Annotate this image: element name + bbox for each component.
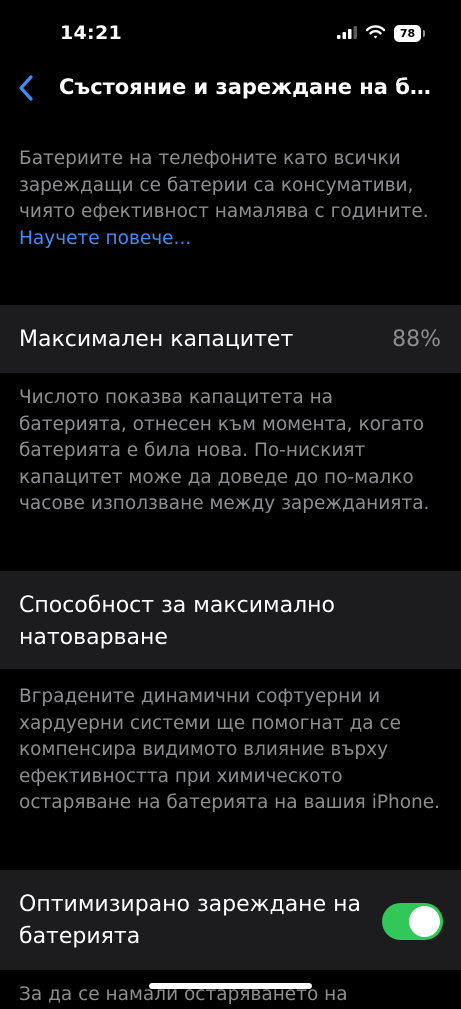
peak-performance-label: Способност за максимално натоварване (19, 593, 335, 650)
max-capacity-label: Максимален капацитет (19, 327, 294, 352)
status-bar: 14:21 78 (0, 0, 461, 60)
max-capacity-value: 88% (392, 327, 441, 352)
optimized-charging-label: Оптимизирано зареждане на батерията (19, 892, 361, 949)
intro-section: Батериите на телефоните като всички заре… (19, 146, 443, 252)
nav-bar: Състояние и зареждане на ба... (0, 62, 461, 118)
peak-performance-cell: Способност за максимално натоварване (0, 571, 461, 669)
home-indicator (149, 983, 312, 989)
battery-icon: 78 (394, 25, 425, 42)
max-capacity-description: Числото показва капацитета на батерията,… (19, 387, 430, 514)
optimized-charging-cell: Оптимизирано зареждане на батерията (0, 870, 461, 970)
peak-performance-description: Вградените динамични софтуерни и хардуер… (19, 686, 441, 813)
max-capacity-cell: Максимален капацитет 88% (0, 305, 461, 373)
intro-text: Батериите на телефоните като всички заре… (19, 148, 429, 222)
toggle-knob (409, 906, 440, 937)
status-icons: 78 (337, 24, 425, 43)
learn-more-link[interactable]: Научете повече... (19, 226, 443, 253)
wifi-icon (365, 24, 386, 43)
status-time: 14:21 (60, 22, 122, 44)
page-title: Състояние и зареждане на ба... (59, 75, 444, 99)
back-button[interactable] (6, 68, 46, 112)
optimized-charging-toggle[interactable] (382, 903, 443, 940)
chevron-left-icon (18, 74, 34, 106)
signal-icon (337, 24, 357, 43)
